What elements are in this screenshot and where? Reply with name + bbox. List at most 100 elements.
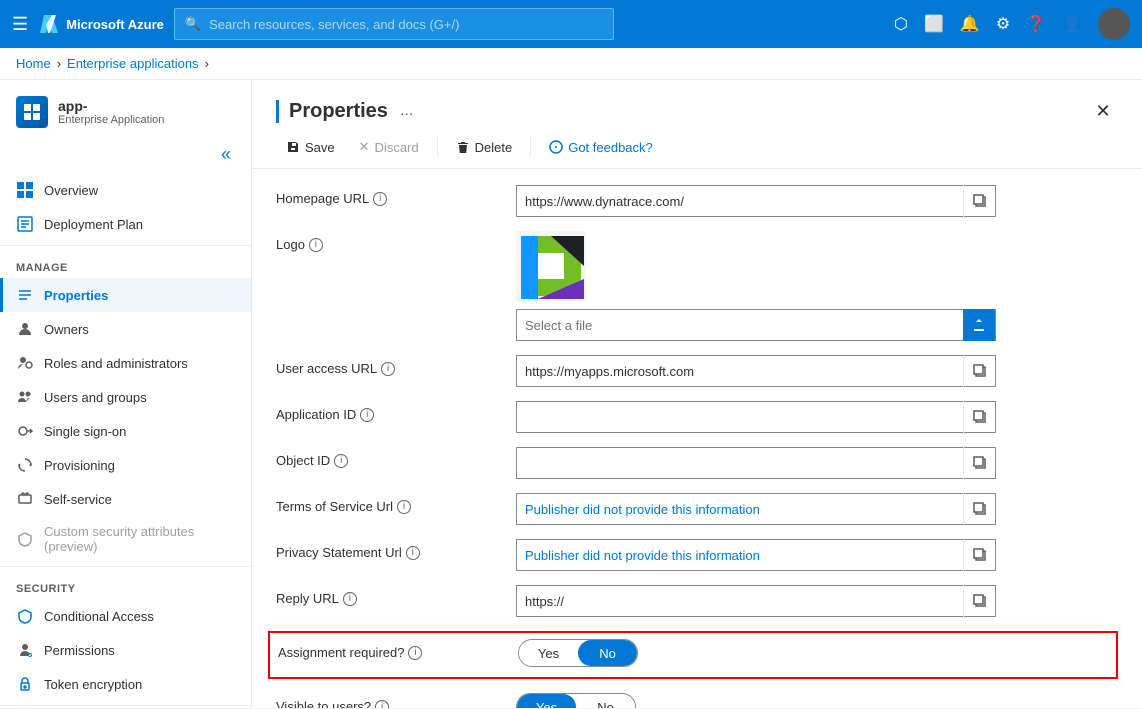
object-id-copy-btn[interactable] (963, 447, 995, 479)
user-access-url-control (516, 355, 996, 387)
assignment-toggle-group[interactable]: Yes No (518, 639, 638, 667)
roles-admins-icon (16, 354, 34, 372)
sidebar-item-single-sign-on[interactable]: Single sign-on (0, 414, 251, 448)
assignment-no-option[interactable]: No (578, 640, 637, 666)
sidebar-item-users-groups-label: Users and groups (44, 390, 147, 405)
visible-users-label: Visible to users? i (276, 693, 516, 708)
sidebar-item-provisioning[interactable]: Provisioning (0, 448, 251, 482)
sidebar-item-custom-security[interactable]: Custom security attributes (preview) (0, 516, 251, 562)
reply-url-control (516, 585, 996, 617)
sidebar-item-self-service[interactable]: Self-service (0, 482, 251, 516)
privacy-statement-control: Publisher did not provide this informati… (516, 539, 996, 571)
sidebar-item-users-groups[interactable]: Users and groups (0, 380, 251, 414)
sidebar-security-section: Security (0, 571, 251, 599)
visible-no-option[interactable]: No (576, 694, 635, 708)
settings-icon[interactable]: ⚙ (996, 14, 1010, 34)
sidebar-item-token-encryption[interactable]: Token encryption (0, 667, 251, 701)
reply-url-info-icon[interactable]: i (343, 592, 357, 606)
application-id-input[interactable] (517, 402, 963, 432)
discard-icon: ✕ (359, 139, 370, 155)
assignment-yes-option[interactable]: Yes (519, 640, 578, 666)
cloud-shell-icon[interactable]: ⬡ (894, 14, 908, 34)
sidebar-item-overview[interactable]: Overview (0, 173, 251, 207)
sidebar-item-permissions[interactable]: Permissions (0, 633, 251, 667)
reply-url-copy-btn[interactable] (963, 585, 995, 617)
application-id-copy-btn[interactable] (963, 401, 995, 433)
visible-users-toggle-group[interactable]: Yes No (516, 693, 636, 708)
reply-url-input[interactable] (517, 586, 963, 616)
logo-upload-area[interactable] (516, 309, 996, 341)
sidebar-item-roles-admins[interactable]: Roles and administrators (0, 346, 251, 380)
logo-area (516, 231, 996, 341)
sidebar-app-header: app- Enterprise Application (0, 80, 251, 140)
deployment-plan-icon (16, 215, 34, 233)
feedback-button[interactable]: Got feedback? (539, 135, 663, 160)
permissions-icon (16, 641, 34, 659)
sidebar-divider-3 (0, 705, 251, 706)
app-logo: Microsoft Azure (38, 13, 164, 35)
token-encryption-icon (16, 675, 34, 693)
user-access-url-copy-btn[interactable] (963, 355, 995, 387)
hamburger-menu[interactable]: ☰ (12, 14, 28, 35)
sidebar-item-conditional-access[interactable]: Conditional Access (0, 599, 251, 633)
owners-icon (16, 320, 34, 338)
terms-wrapper: Publisher did not provide this informati… (516, 493, 996, 525)
privacy-copy-btn[interactable] (963, 539, 995, 571)
assignment-inner-row: Assignment required? i Yes No (278, 639, 1108, 671)
upload-icon (972, 318, 986, 332)
azure-logo-icon (38, 13, 60, 35)
privacy-info-icon[interactable]: i (406, 546, 420, 560)
homepage-url-input[interactable] (517, 186, 963, 216)
logo-upload-btn[interactable] (963, 309, 995, 341)
sidebar-item-deployment-plan[interactable]: Deployment Plan (0, 207, 251, 241)
delete-icon (456, 140, 470, 154)
notifications-icon[interactable]: 🔔 (960, 14, 980, 34)
search-input[interactable] (209, 17, 603, 32)
assignment-required-row: Assignment required? i Yes No (268, 631, 1118, 679)
visible-yes-option[interactable]: Yes (517, 694, 576, 708)
logo-info-icon[interactable]: i (309, 238, 323, 252)
discard-button[interactable]: ✕ Discard (349, 134, 429, 160)
visible-users-row: Visible to users? i Yes No (276, 693, 1118, 708)
privacy-statement-row: Privacy Statement Url i Publisher did no… (276, 539, 1118, 571)
homepage-url-copy-btn[interactable] (963, 185, 995, 217)
sidebar-collapse-btn[interactable]: « (213, 140, 243, 169)
user-access-url-row: User access URL i (276, 355, 1118, 387)
portal-icon[interactable]: ⬜ (924, 14, 944, 34)
sidebar-item-deployment-plan-label: Deployment Plan (44, 217, 143, 232)
help-icon[interactable]: ❓ (1026, 14, 1046, 34)
homepage-url-control (516, 185, 996, 217)
visible-users-control: Yes No (516, 693, 996, 708)
delete-button[interactable]: Delete (446, 135, 523, 160)
homepage-url-input-wrapper (516, 185, 996, 217)
feedback-icon[interactable]: 👤 (1062, 14, 1082, 34)
avatar[interactable] (1098, 8, 1130, 40)
sidebar-item-conditional-access-label: Conditional Access (44, 609, 154, 624)
more-options-btn[interactable]: ... (400, 102, 413, 120)
user-access-url-info-icon[interactable]: i (381, 362, 395, 376)
search-bar[interactable]: 🔍 (174, 8, 614, 40)
breadcrumb: Home › Enterprise applications › (0, 48, 1142, 80)
object-id-info-icon[interactable]: i (334, 454, 348, 468)
sidebar-item-properties[interactable]: Properties (0, 278, 251, 312)
visible-users-info-icon[interactable]: i (375, 700, 389, 709)
save-icon (286, 140, 300, 154)
save-button[interactable]: Save (276, 135, 345, 160)
provisioning-icon (16, 456, 34, 474)
sidebar-app-icon (16, 96, 48, 128)
terms-copy-btn[interactable] (963, 493, 995, 525)
object-id-input[interactable] (517, 448, 963, 478)
close-button[interactable]: ✕ (1088, 96, 1118, 126)
application-id-info-icon[interactable]: i (360, 408, 374, 422)
sidebar-item-provisioning-label: Provisioning (44, 458, 115, 473)
terms-info-icon[interactable]: i (397, 500, 411, 514)
sidebar-item-owners[interactable]: Owners (0, 312, 251, 346)
feedback-icon (549, 140, 563, 154)
breadcrumb-home[interactable]: Home (16, 56, 51, 71)
assignment-info-icon[interactable]: i (408, 646, 422, 660)
user-access-url-input[interactable] (517, 356, 963, 386)
homepage-url-info-icon[interactable]: i (373, 192, 387, 206)
logo-file-input[interactable] (517, 318, 963, 333)
breadcrumb-enterprise-apps[interactable]: Enterprise applications (67, 56, 199, 71)
toolbar: Save ✕ Discard Delete Got feedback? (252, 126, 1142, 169)
